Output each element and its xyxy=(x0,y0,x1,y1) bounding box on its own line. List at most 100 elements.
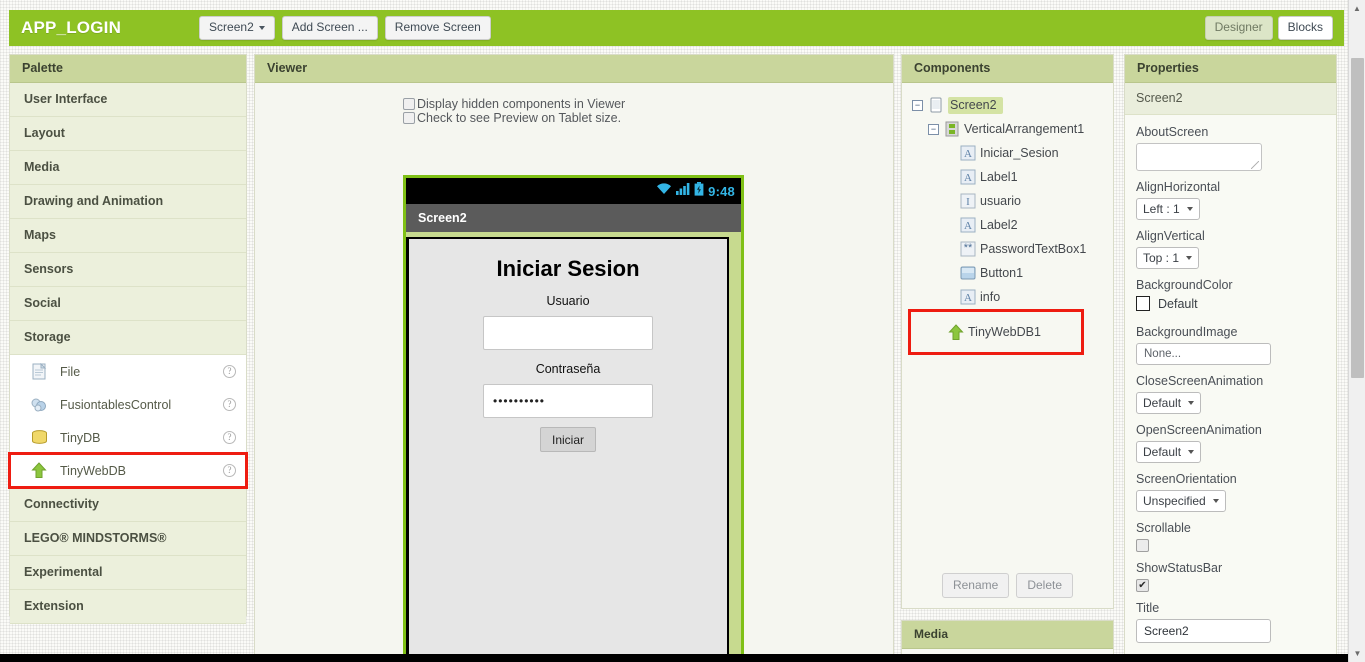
help-icon[interactable]: ? xyxy=(223,365,236,378)
phone-preview[interactable]: 9:48 Screen2 Iniciar Sesion Usuario Cont… xyxy=(403,175,744,662)
help-icon[interactable]: ? xyxy=(223,398,236,411)
top-toolbar: APP_LOGIN Screen2 Add Screen ... Remove … xyxy=(9,10,1344,46)
alignvertical-select[interactable]: Top : 1 xyxy=(1136,247,1200,269)
preview-login-button[interactable]: Iniciar xyxy=(540,427,596,452)
svg-text:I: I xyxy=(966,196,970,208)
property-label: ShowStatusBar xyxy=(1136,561,1223,575)
display-hidden-components-row[interactable]: Display hidden components in Viewer xyxy=(403,97,893,111)
palette-category-experimental[interactable]: Experimental xyxy=(10,556,246,590)
scroll-up-icon[interactable]: ▲ xyxy=(1349,0,1365,17)
property-label: CloseScreenAnimation xyxy=(1136,374,1264,388)
label-icon: A xyxy=(960,145,976,161)
palette-item-fusiontablescontrol[interactable]: FusiontablesControl ? xyxy=(10,388,246,421)
backgroundimage-field[interactable]: None... xyxy=(1136,343,1271,365)
aboutscreen-textarea[interactable] xyxy=(1136,143,1262,171)
phone-clock: 9:48 xyxy=(708,183,735,199)
help-icon[interactable]: ? xyxy=(223,431,236,444)
color-value-label: Default xyxy=(1158,296,1198,311)
tree-node-label2[interactable]: A Label2 xyxy=(912,213,1113,237)
vertical-arrangement-icon xyxy=(944,121,960,137)
tinydb-icon xyxy=(28,430,50,445)
property-label: BackgroundImage xyxy=(1136,325,1238,339)
preview-password-label: Contraseña xyxy=(535,362,601,376)
phone-status-bar: 9:48 xyxy=(406,178,741,204)
screen-dropdown-label: Screen2 xyxy=(209,20,254,34)
tablet-preview-row[interactable]: Check to see Preview on Tablet size. xyxy=(403,111,893,125)
palette-category-layout[interactable]: Layout xyxy=(10,117,246,151)
preview-password-textbox[interactable]: •••••••••• xyxy=(483,384,653,418)
tinywebdb-icon xyxy=(28,462,50,479)
scroll-down-icon[interactable]: ▼ xyxy=(1349,645,1365,662)
tree-node-iniciar-sesion[interactable]: A Iniciar_Sesion xyxy=(912,141,1113,165)
property-closescreenanimation: CloseScreenAnimation Default xyxy=(1136,374,1336,414)
collapse-toggle-icon[interactable]: − xyxy=(912,99,923,111)
palette-item-tinywebdb[interactable]: TinyWebDB ? xyxy=(8,452,248,489)
tree-node-verticalarrangement1[interactable]: − VerticalArrangement1 xyxy=(912,117,1113,141)
palette-category-extension[interactable]: Extension xyxy=(10,590,246,624)
palette-category-sensors[interactable]: Sensors xyxy=(10,253,246,287)
palette-category-social[interactable]: Social xyxy=(10,287,246,321)
preview-user-textbox[interactable] xyxy=(483,316,653,350)
tree-node-label: info xyxy=(980,290,1001,304)
add-screen-button[interactable]: Add Screen ... xyxy=(281,16,378,40)
password-icon: ** xyxy=(960,241,976,257)
tablet-preview-checkbox[interactable] xyxy=(403,112,415,124)
component-action-buttons: Rename Delete xyxy=(902,573,1113,598)
tree-node-label: VerticalArrangement1 xyxy=(964,122,1085,136)
viewer-header: Viewer xyxy=(255,55,893,83)
tree-node-button1[interactable]: Button1 xyxy=(912,261,1113,285)
scrollbar-thumb[interactable] xyxy=(1351,58,1364,378)
view-toggle-group: Designer Blocks xyxy=(1204,16,1333,40)
blocks-tab-button[interactable]: Blocks xyxy=(1277,16,1333,40)
openscreenanimation-select[interactable]: Default xyxy=(1136,441,1202,463)
tree-node-label1[interactable]: A Label1 xyxy=(912,165,1113,189)
label-icon: A xyxy=(960,169,976,185)
collapse-toggle-icon[interactable]: − xyxy=(928,123,939,135)
tree-node-tinywebdb1[interactable]: TinyWebDB1 xyxy=(908,309,1084,355)
delete-component-button[interactable]: Delete xyxy=(1016,573,1074,598)
palette-category-storage[interactable]: Storage xyxy=(10,321,246,355)
select-value: Left : 1 xyxy=(1143,202,1180,216)
palette-item-label: FusiontablesControl xyxy=(60,397,172,412)
palette-category-maps[interactable]: Maps xyxy=(10,219,246,253)
display-hidden-components-checkbox[interactable] xyxy=(403,98,415,110)
palette-item-tinydb[interactable]: TinyDB ? xyxy=(10,421,246,454)
palette-category-user-interface[interactable]: User Interface xyxy=(10,83,246,117)
vertical-arrangement-preview[interactable]: Iniciar Sesion Usuario Contraseña ••••••… xyxy=(406,237,729,662)
page-vertical-scrollbar[interactable]: ▲ ▼ xyxy=(1348,0,1365,662)
closescreenanimation-select[interactable]: Default xyxy=(1136,392,1202,414)
property-title: Title Screen2 xyxy=(1136,601,1336,643)
textbox-icon: I xyxy=(960,193,976,209)
property-alignvertical: AlignVertical Top : 1 xyxy=(1136,229,1336,269)
alignhorizontal-select[interactable]: Left : 1 xyxy=(1136,198,1200,220)
scrollable-checkbox[interactable] xyxy=(1136,539,1149,552)
palette-category-drawing-and-animation[interactable]: Drawing and Animation xyxy=(10,185,246,219)
palette-category-lego-mindstorms[interactable]: LEGO® MINDSTORMS® xyxy=(10,522,246,556)
property-label: Scrollable xyxy=(1136,521,1191,535)
property-aboutscreen: AboutScreen xyxy=(1136,125,1336,171)
screen-dropdown-button[interactable]: Screen2 xyxy=(199,16,275,40)
chevron-down-icon xyxy=(1188,450,1195,454)
tree-node-info[interactable]: A info xyxy=(912,285,1113,309)
palette-item-file[interactable]: File ? xyxy=(10,355,246,388)
designer-tab-button[interactable]: Designer xyxy=(1204,16,1273,40)
backgroundcolor-picker[interactable]: Default xyxy=(1136,296,1198,311)
tree-node-screen2[interactable]: − Screen2 xyxy=(912,93,1113,117)
remove-screen-button[interactable]: Remove Screen xyxy=(384,16,491,40)
property-label: AlignHorizontal xyxy=(1136,180,1221,194)
preview-title-label: Iniciar Sesion xyxy=(496,256,640,281)
palette-category-media[interactable]: Media xyxy=(10,151,246,185)
screenorientation-select[interactable]: Unspecified xyxy=(1136,490,1226,512)
title-field[interactable]: Screen2 xyxy=(1136,619,1271,643)
screen-icon xyxy=(928,97,944,113)
color-swatch xyxy=(1136,296,1150,311)
tree-node-passwordtextbox1[interactable]: ** PasswordTextBox1 xyxy=(912,237,1113,261)
palette-header: Palette xyxy=(10,55,246,83)
property-label: ScreenOrientation xyxy=(1136,472,1237,486)
property-screenorientation: ScreenOrientation Unspecified xyxy=(1136,472,1336,512)
palette-category-connectivity[interactable]: Connectivity xyxy=(10,488,246,522)
help-icon[interactable]: ? xyxy=(223,464,236,477)
tree-node-usuario[interactable]: I usuario xyxy=(912,189,1113,213)
showstatusbar-checkbox[interactable] xyxy=(1136,579,1149,592)
rename-component-button[interactable]: Rename xyxy=(941,573,1010,598)
